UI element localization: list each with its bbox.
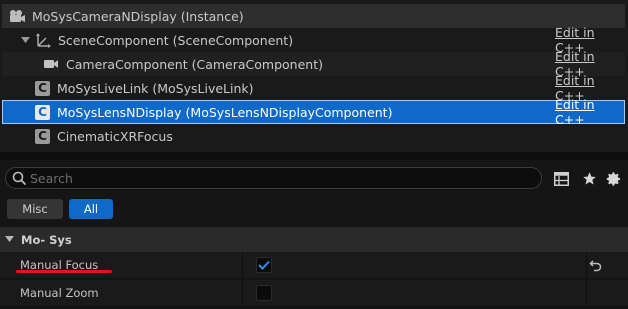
expand-arrow-icon[interactable] [21, 36, 31, 44]
cpp-class-icon: C [35, 128, 50, 144]
column-splitter [586, 280, 587, 306]
category-header-mosys[interactable]: Mo- Sys [0, 227, 628, 252]
property-row-manual-focus: Manual Focus [0, 252, 628, 279]
component-label: MoSysLiveLink (MoSysLiveLink) [57, 80, 254, 96]
property-matrix-icon[interactable] [553, 170, 570, 187]
manual-focus-checkbox[interactable] [256, 257, 272, 273]
panel-divider[interactable] [0, 152, 628, 160]
property-label: Manual Zoom [20, 286, 99, 300]
annotation-underline [16, 270, 112, 273]
component-root-row[interactable]: MoSysCameraNDisplay (Instance) [2, 4, 625, 28]
edit-in-cpp-link[interactable]: Edit in C++ [555, 97, 625, 127]
reset-to-default-icon[interactable] [589, 258, 603, 272]
property-row-manual-zoom: Manual Zoom [0, 280, 628, 307]
component-row-livelink[interactable]: C MoSysLiveLink (MoSysLiveLink) Edit in … [2, 73, 625, 103]
component-root-label: MoSysCameraNDisplay (Instance) [32, 8, 244, 24]
actor-instance-icon [8, 8, 26, 24]
components-tree: MoSysCameraNDisplay (Instance) SceneComp… [0, 0, 628, 152]
category-label: Mo- Sys [21, 232, 72, 247]
component-label: MoSysLensNDisplay (MoSysLensNDisplayComp… [57, 104, 393, 120]
scene-component-icon [35, 32, 51, 48]
component-row-camera[interactable]: CameraComponent (CameraComponent) Edit i… [2, 49, 625, 79]
collapse-arrow-icon[interactable] [5, 236, 14, 243]
cpp-class-icon: C [35, 104, 50, 120]
component-label: CinematicXRFocus [57, 128, 173, 144]
component-row-lens-ndisplay[interactable]: C MoSysLensNDisplay (MoSysLensNDisplayCo… [2, 97, 625, 127]
camera-icon [43, 58, 59, 70]
gear-icon[interactable] [605, 170, 622, 187]
star-icon[interactable] [581, 170, 598, 187]
component-label: CameraComponent (CameraComponent) [66, 56, 323, 72]
component-row-scene[interactable]: SceneComponent (SceneComponent) Edit in … [2, 25, 625, 55]
filter-misc-button[interactable]: Misc [7, 199, 63, 219]
component-label: SceneComponent (SceneComponent) [58, 32, 294, 48]
column-splitter[interactable] [242, 280, 243, 306]
manual-zoom-checkbox[interactable] [256, 285, 272, 301]
search-icon [12, 171, 26, 185]
cpp-class-icon: C [35, 80, 50, 96]
component-row-cinematic-focus[interactable]: C CinematicXRFocus [2, 124, 625, 148]
search-input[interactable] [30, 170, 510, 186]
column-splitter [586, 252, 587, 278]
details-search-bar[interactable] [5, 167, 542, 189]
column-splitter[interactable] [242, 252, 243, 278]
checkmark-icon [258, 260, 270, 270]
filter-all-button[interactable]: All [69, 199, 113, 219]
